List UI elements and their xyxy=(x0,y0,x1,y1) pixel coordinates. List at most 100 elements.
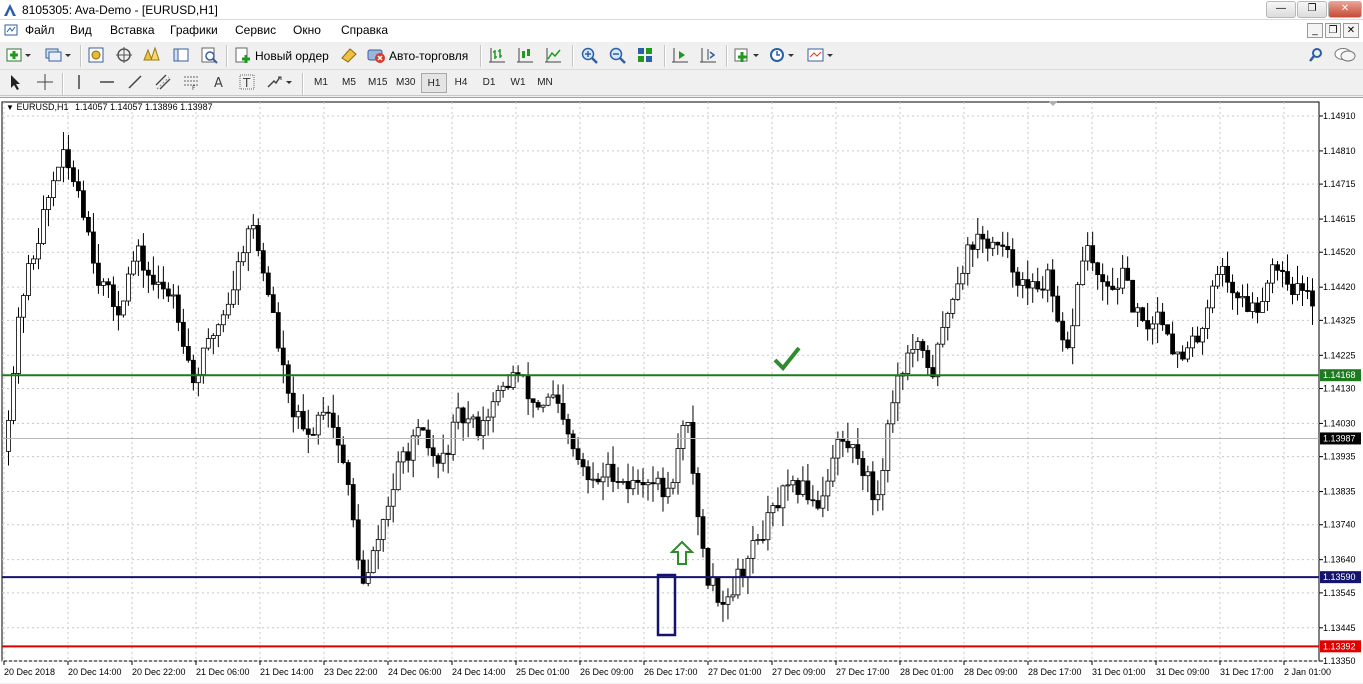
title-bar: 8105305: Ava-Demo - [EURUSD,H1] — ❐ ✕ xyxy=(0,0,1363,20)
mdi-restore-button[interactable]: ❐ xyxy=(1325,23,1341,38)
search-icon xyxy=(1308,47,1324,66)
menu-insert[interactable]: Вставка xyxy=(110,23,155,37)
candle-body xyxy=(190,359,196,384)
menu-help[interactable]: Справка xyxy=(341,23,388,37)
menu-tools[interactable]: Сервис xyxy=(235,23,276,37)
trendline-button[interactable] xyxy=(126,73,144,93)
menu-view[interactable]: Вид xyxy=(70,23,92,37)
chart-shift-button[interactable] xyxy=(699,46,717,66)
candle-body xyxy=(995,241,1001,246)
timeframe-h4-button[interactable]: H4 xyxy=(448,73,474,93)
new-chart-button[interactable] xyxy=(6,46,32,66)
y-tick-label: 1.13545 xyxy=(1323,588,1356,598)
candle-body xyxy=(280,347,286,366)
auto-trading-button[interactable]: Авто-торговля xyxy=(366,46,468,66)
vertical-line-button[interactable] xyxy=(70,73,88,93)
mdi-minimize-button[interactable]: _ xyxy=(1307,23,1323,38)
indicators-button[interactable] xyxy=(733,46,761,66)
candle-body xyxy=(1170,333,1176,355)
maximize-button[interactable]: ❐ xyxy=(1297,1,1327,18)
search-button[interactable] xyxy=(1308,46,1324,66)
line-chart-button[interactable] xyxy=(544,46,562,66)
cursor-button[interactable] xyxy=(8,73,24,93)
candle-body xyxy=(1280,269,1285,272)
candle-body xyxy=(66,149,71,169)
bar-chart-button[interactable] xyxy=(488,46,506,66)
chat-button[interactable] xyxy=(1334,46,1356,66)
minimize-button[interactable]: — xyxy=(1266,1,1296,18)
candle-body xyxy=(31,258,36,265)
chart-window-icon[interactable] xyxy=(4,23,18,40)
candle-body xyxy=(680,425,686,449)
timeframe-h1-button[interactable]: H1 xyxy=(421,73,447,93)
price-level-label: 1.13392 xyxy=(1323,641,1356,651)
candle-body xyxy=(175,294,181,323)
navigator-button[interactable] xyxy=(115,46,133,66)
zoom-out-button[interactable] xyxy=(608,46,626,66)
menu-charts[interactable]: Графики xyxy=(170,23,218,37)
candle-body xyxy=(495,390,501,403)
text-label-button[interactable]: T xyxy=(238,73,256,93)
terminal-button[interactable] xyxy=(172,46,190,66)
zoom-in-button[interactable] xyxy=(580,46,598,66)
timeframe-m5-button[interactable]: M5 xyxy=(336,73,362,93)
candle-body xyxy=(685,422,691,426)
chart-window[interactable]: 1.14910 1.14810 1.14715 1.14615 1.14520 1.144… xyxy=(0,97,1363,683)
market-watch-button[interactable] xyxy=(87,46,105,66)
x-tick-label: 28 Dec 01:00 xyxy=(900,667,954,677)
periods-button[interactable] xyxy=(768,46,796,66)
arrows-button[interactable] xyxy=(266,73,294,93)
candle-body xyxy=(790,480,796,486)
candle-body xyxy=(245,228,251,254)
price-chart[interactable]: 1.14910 1.14810 1.14715 1.14615 1.14520 1.144… xyxy=(0,98,1363,684)
timeframe-m15-button[interactable]: M15 xyxy=(364,73,391,93)
tile-windows-button[interactable] xyxy=(636,46,654,66)
mdi-close-button[interactable]: ✕ xyxy=(1343,23,1359,38)
candle-body xyxy=(710,577,716,586)
meta-editor-button[interactable] xyxy=(340,46,358,66)
candle-body xyxy=(375,539,381,552)
candle-body xyxy=(1025,279,1031,289)
equidistant-channel-button[interactable] xyxy=(154,73,172,93)
profiles-button[interactable] xyxy=(44,46,72,66)
candle-body xyxy=(610,463,616,482)
candle-body xyxy=(820,495,826,509)
chart-menu-icon[interactable]: ▼ xyxy=(6,103,14,112)
timeframe-w1-button[interactable]: W1 xyxy=(505,73,531,93)
candle-body xyxy=(485,416,491,421)
menu-file[interactable]: Файл xyxy=(25,23,55,37)
x-tick-label: 21 Dec 06:00 xyxy=(196,667,250,677)
close-button[interactable]: ✕ xyxy=(1328,1,1362,18)
templates-button[interactable] xyxy=(806,46,834,66)
text-button[interactable]: A xyxy=(210,73,228,93)
candle-body xyxy=(1110,285,1116,290)
candle-body xyxy=(840,438,846,442)
strategy-tester-button[interactable] xyxy=(200,46,218,66)
crosshair-button[interactable] xyxy=(36,73,54,93)
menu-window[interactable]: Окно xyxy=(293,23,321,37)
new-order-button[interactable]: Новый ордер xyxy=(234,46,329,66)
candle-body xyxy=(960,272,966,285)
candle-body xyxy=(1200,328,1205,343)
timeframe-d1-button[interactable]: D1 xyxy=(476,73,502,93)
autoscroll-button[interactable] xyxy=(671,46,689,66)
candle-body xyxy=(890,402,896,425)
candle-body xyxy=(305,428,311,435)
timeframe-m30-button[interactable]: M30 xyxy=(392,73,419,93)
data-window-button[interactable] xyxy=(142,45,162,66)
fibonacci-button[interactable]: F xyxy=(182,73,200,93)
timeframe-mn-button[interactable]: MN xyxy=(532,73,558,93)
candle xyxy=(370,546,376,574)
timeframe-m1-button[interactable]: M1 xyxy=(308,73,334,93)
candle-body xyxy=(415,427,421,437)
candle-body xyxy=(340,444,346,463)
candle-body xyxy=(975,233,981,250)
candle-body xyxy=(370,550,376,574)
templates-icon xyxy=(806,46,834,67)
standard-toolbar: Новый ордер Авто-торговля xyxy=(0,42,1363,70)
candlestick-button[interactable] xyxy=(516,46,534,66)
x-tick-label: 27 Dec 09:00 xyxy=(772,667,826,677)
horizontal-line-button[interactable] xyxy=(98,73,116,93)
candle-body xyxy=(335,427,341,446)
y-tick-label: 1.13740 xyxy=(1323,520,1356,530)
